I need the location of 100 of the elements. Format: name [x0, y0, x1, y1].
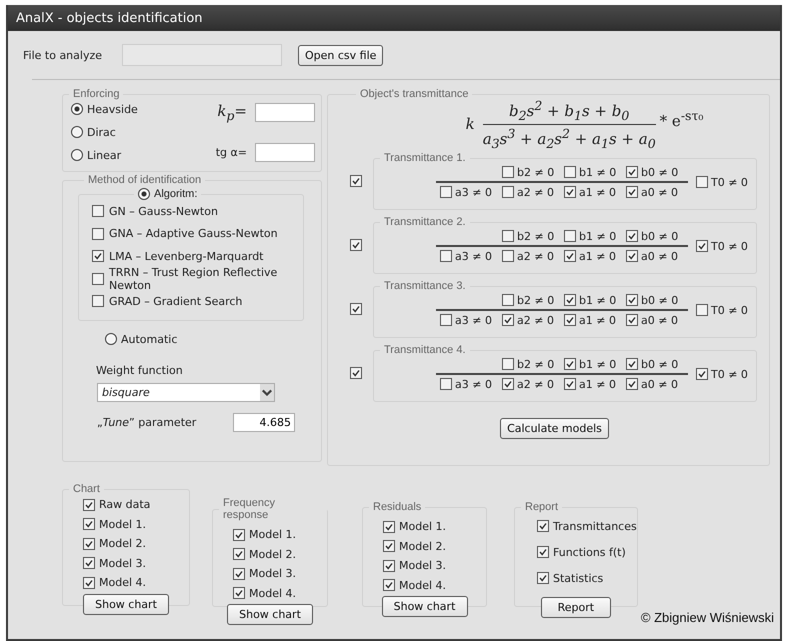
- open-file-button[interactable]: Open csv file: [298, 44, 384, 66]
- checkbox[interactable]: [92, 272, 104, 285]
- checkbox-label: b2 ≠ 0: [517, 358, 554, 370]
- radio-button[interactable]: [105, 333, 117, 345]
- radio-button[interactable]: [71, 149, 83, 161]
- checkbox[interactable]: [83, 518, 95, 530]
- checkbox-label: T0 ≠ 0: [711, 304, 748, 316]
- checkbox-label: a0 ≠ 0: [641, 314, 678, 326]
- checkbox-label: Model 2.: [99, 537, 146, 550]
- checkbox[interactable]: [502, 314, 514, 326]
- panel-button[interactable]: Show chart: [83, 594, 169, 614]
- checkbox[interactable]: [502, 166, 514, 178]
- checkbox[interactable]: [350, 175, 362, 187]
- checkbox[interactable]: [383, 579, 395, 592]
- checkbox[interactable]: [233, 587, 245, 600]
- checkbox[interactable]: [83, 576, 95, 589]
- checkbox[interactable]: [502, 294, 514, 306]
- checkbox[interactable]: [83, 557, 95, 570]
- group-title: Report: [524, 501, 560, 513]
- checkbox[interactable]: [626, 378, 638, 390]
- checkbox[interactable]: [626, 314, 638, 326]
- checkbox[interactable]: [502, 378, 514, 390]
- panel-button[interactable]: Show chart: [382, 596, 468, 617]
- checkbox[interactable]: [440, 378, 452, 390]
- kp-field[interactable]: [255, 103, 315, 122]
- tune-field[interactable]: 4.685: [233, 413, 295, 432]
- tg-field[interactable]: [255, 143, 315, 162]
- checkbox[interactable]: [92, 250, 104, 262]
- checkbox[interactable]: [350, 303, 362, 315]
- checkbox-label: a3 ≠ 0: [455, 314, 492, 326]
- checkbox-label: b0 ≠ 0: [641, 294, 678, 306]
- checkbox-label: a2 ≠ 0: [517, 186, 554, 198]
- file-label: File to analyze: [23, 48, 104, 62]
- checkbox[interactable]: [233, 568, 245, 580]
- checkbox[interactable]: [564, 294, 576, 306]
- group-title: Residuals: [372, 501, 422, 513]
- tg-label: tg α=: [216, 146, 247, 159]
- checkbox[interactable]: [564, 250, 576, 262]
- checkbox-label: b0 ≠ 0: [641, 230, 678, 242]
- checkbox-label: Model 3.: [99, 556, 146, 570]
- checkbox-label: b2 ≠ 0: [517, 230, 554, 242]
- checkbox-label: a3 ≠ 0: [455, 250, 492, 262]
- radio-label: Dirac: [87, 126, 116, 138]
- checkbox[interactable]: [383, 520, 395, 533]
- group-title: Transmittance 1.: [383, 152, 467, 164]
- checkbox[interactable]: [502, 230, 514, 242]
- checkbox[interactable]: [626, 166, 638, 178]
- checkbox-label: b2 ≠ 0: [517, 294, 554, 306]
- checkbox[interactable]: [502, 358, 514, 370]
- checkbox-label: Model 1.: [249, 528, 296, 542]
- checkbox[interactable]: [696, 304, 708, 316]
- checkbox[interactable]: [92, 205, 104, 218]
- checkbox[interactable]: [440, 186, 452, 198]
- checkbox[interactable]: [383, 560, 395, 572]
- checkbox[interactable]: [564, 186, 576, 198]
- checkbox[interactable]: [564, 230, 576, 242]
- checkbox[interactable]: [626, 358, 638, 370]
- checkbox[interactable]: [564, 166, 576, 178]
- formula-denominator: a$_{3}$s$^{3}$ + a$_{2}$s$^{2}$ + a$_{1}$s + a$_{0}$: [482, 124, 656, 150]
- radio-button[interactable]: [138, 188, 150, 200]
- checkbox[interactable]: [83, 538, 95, 550]
- group-title: Chart: [72, 483, 101, 495]
- checkbox[interactable]: [696, 368, 708, 380]
- checkbox[interactable]: [626, 186, 638, 198]
- group-title: Method of identification: [87, 174, 202, 186]
- checkbox[interactable]: [233, 528, 245, 541]
- group-title: Transmittance 2.: [383, 216, 467, 228]
- checkbox[interactable]: [696, 176, 708, 188]
- checkbox[interactable]: [440, 314, 452, 326]
- checkbox[interactable]: [350, 367, 362, 379]
- radio-button[interactable]: [71, 126, 83, 138]
- checkbox[interactable]: [626, 230, 638, 242]
- checkbox[interactable]: [537, 520, 549, 532]
- checkbox[interactable]: [440, 250, 452, 262]
- copyright-text: © Zbigniew Wiśniewski: [640, 610, 774, 625]
- checkbox[interactable]: [537, 546, 549, 558]
- checkbox[interactable]: [350, 239, 362, 251]
- checkbox[interactable]: [696, 240, 708, 252]
- checkbox[interactable]: [92, 228, 104, 240]
- checkbox-label: b0 ≠ 0: [641, 166, 678, 178]
- checkbox[interactable]: [502, 186, 514, 198]
- checkbox[interactable]: [564, 358, 576, 370]
- window-title: AnalX - objects identification: [16, 10, 203, 26]
- dropdown-caret-icon: [260, 384, 274, 401]
- checkbox[interactable]: [626, 250, 638, 262]
- weight-dropdown[interactable]: bisquare: [97, 383, 275, 402]
- checkbox[interactable]: [564, 314, 576, 326]
- checkbox-label: GRAD – Gradient Search: [109, 294, 242, 308]
- checkbox[interactable]: [92, 295, 104, 308]
- checkbox[interactable]: [83, 498, 95, 511]
- checkbox[interactable]: [502, 250, 514, 262]
- panel-button[interactable]: Report: [540, 597, 611, 618]
- radio-button[interactable]: [71, 103, 83, 115]
- checkbox[interactable]: [564, 378, 576, 390]
- calculate-button[interactable]: Calculate models: [500, 418, 609, 439]
- checkbox[interactable]: [383, 540, 395, 552]
- checkbox[interactable]: [537, 572, 549, 584]
- checkbox[interactable]: [233, 548, 245, 560]
- panel-button[interactable]: Show chart: [227, 604, 313, 625]
- checkbox[interactable]: [626, 294, 638, 306]
